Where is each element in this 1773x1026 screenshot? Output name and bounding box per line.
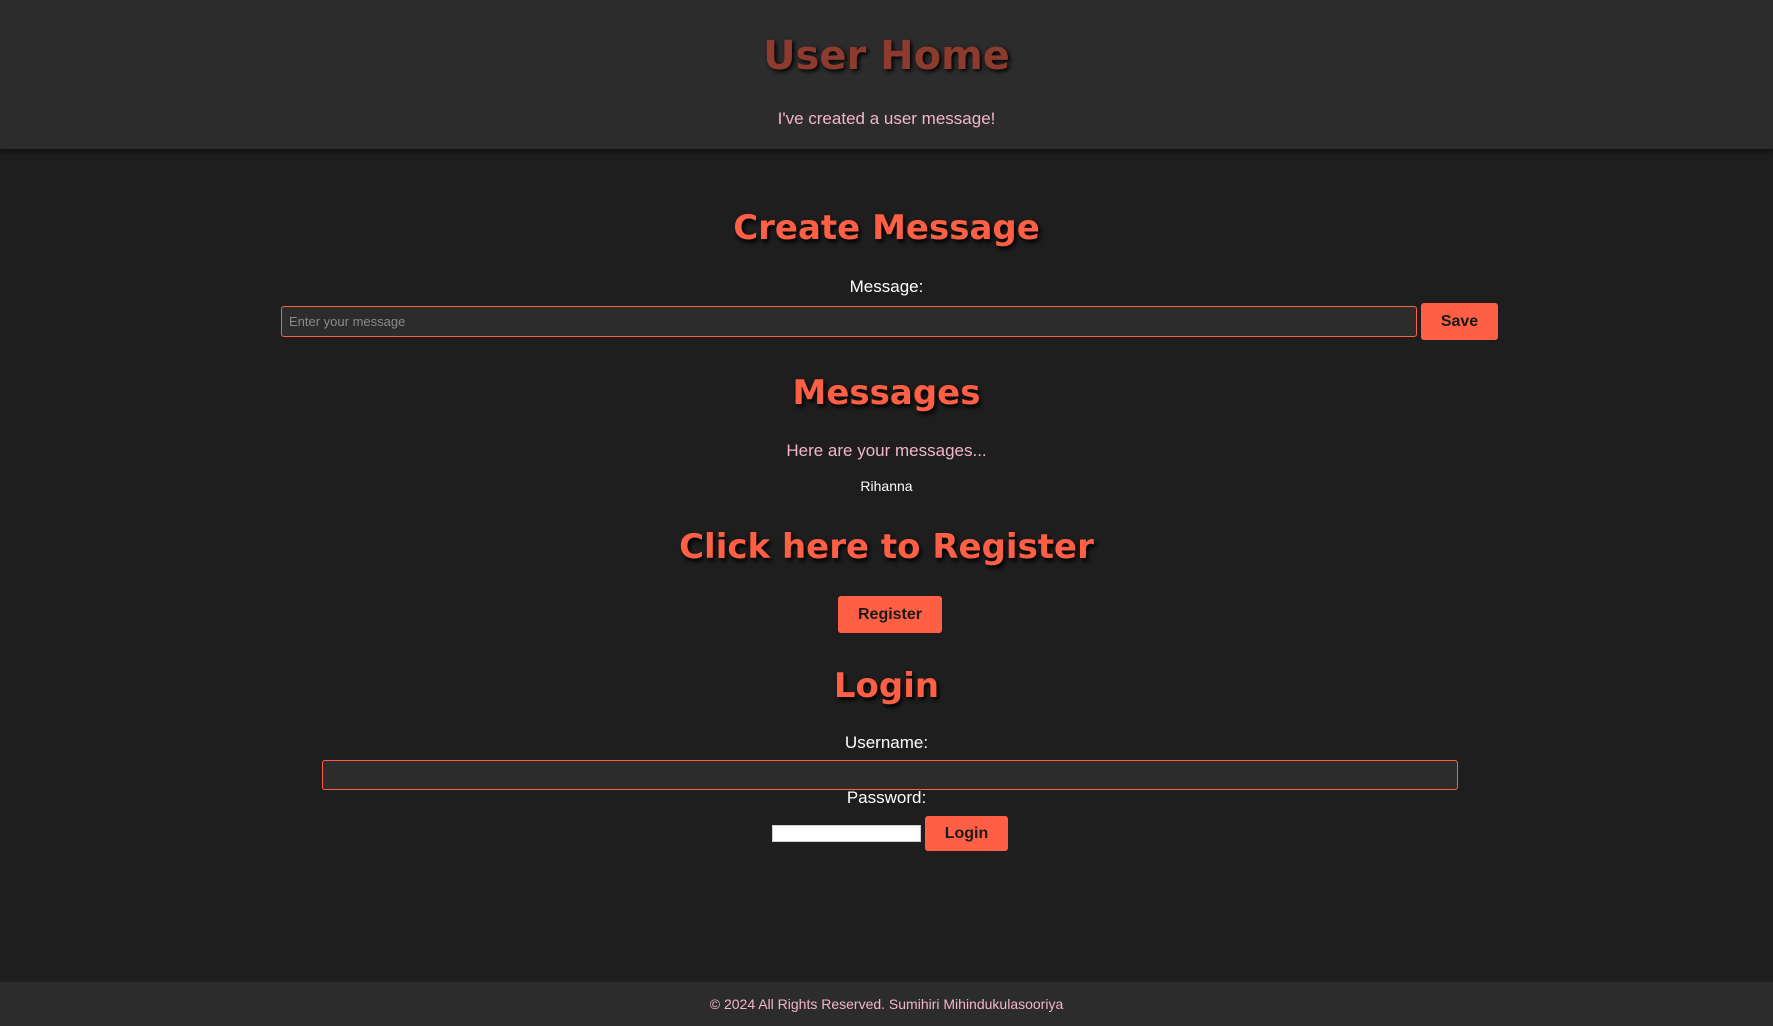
copyright-text: © 2024 All Rights Reserved. Sumihiri Mih… bbox=[709, 996, 1064, 1012]
register-title: Click here to Register bbox=[679, 527, 1094, 567]
password-field[interactable] bbox=[772, 825, 921, 842]
password-label: Password: bbox=[846, 788, 927, 807]
list-item: Rihanna bbox=[860, 478, 913, 494]
register-button[interactable]: Register bbox=[838, 596, 942, 633]
status-message: I've created a user message! bbox=[777, 109, 996, 128]
messages-intro: Here are your messages... bbox=[786, 441, 987, 460]
messages-title: Messages bbox=[792, 373, 981, 413]
username-label: Username: bbox=[844, 733, 929, 752]
save-button[interactable]: Save bbox=[1421, 303, 1498, 340]
create-message-title: Create Message bbox=[733, 208, 1040, 248]
message-input[interactable] bbox=[281, 306, 1417, 337]
username-field[interactable] bbox=[322, 760, 1458, 790]
page-footer: © 2024 All Rights Reserved. Sumihiri Mih… bbox=[0, 982, 1773, 1026]
message-label: Message: bbox=[849, 277, 924, 296]
login-title: Login bbox=[833, 666, 940, 706]
page-title: User Home bbox=[763, 33, 1010, 79]
page-header: User Home I've created a user message! bbox=[0, 0, 1773, 149]
login-button[interactable]: Login bbox=[925, 816, 1008, 851]
